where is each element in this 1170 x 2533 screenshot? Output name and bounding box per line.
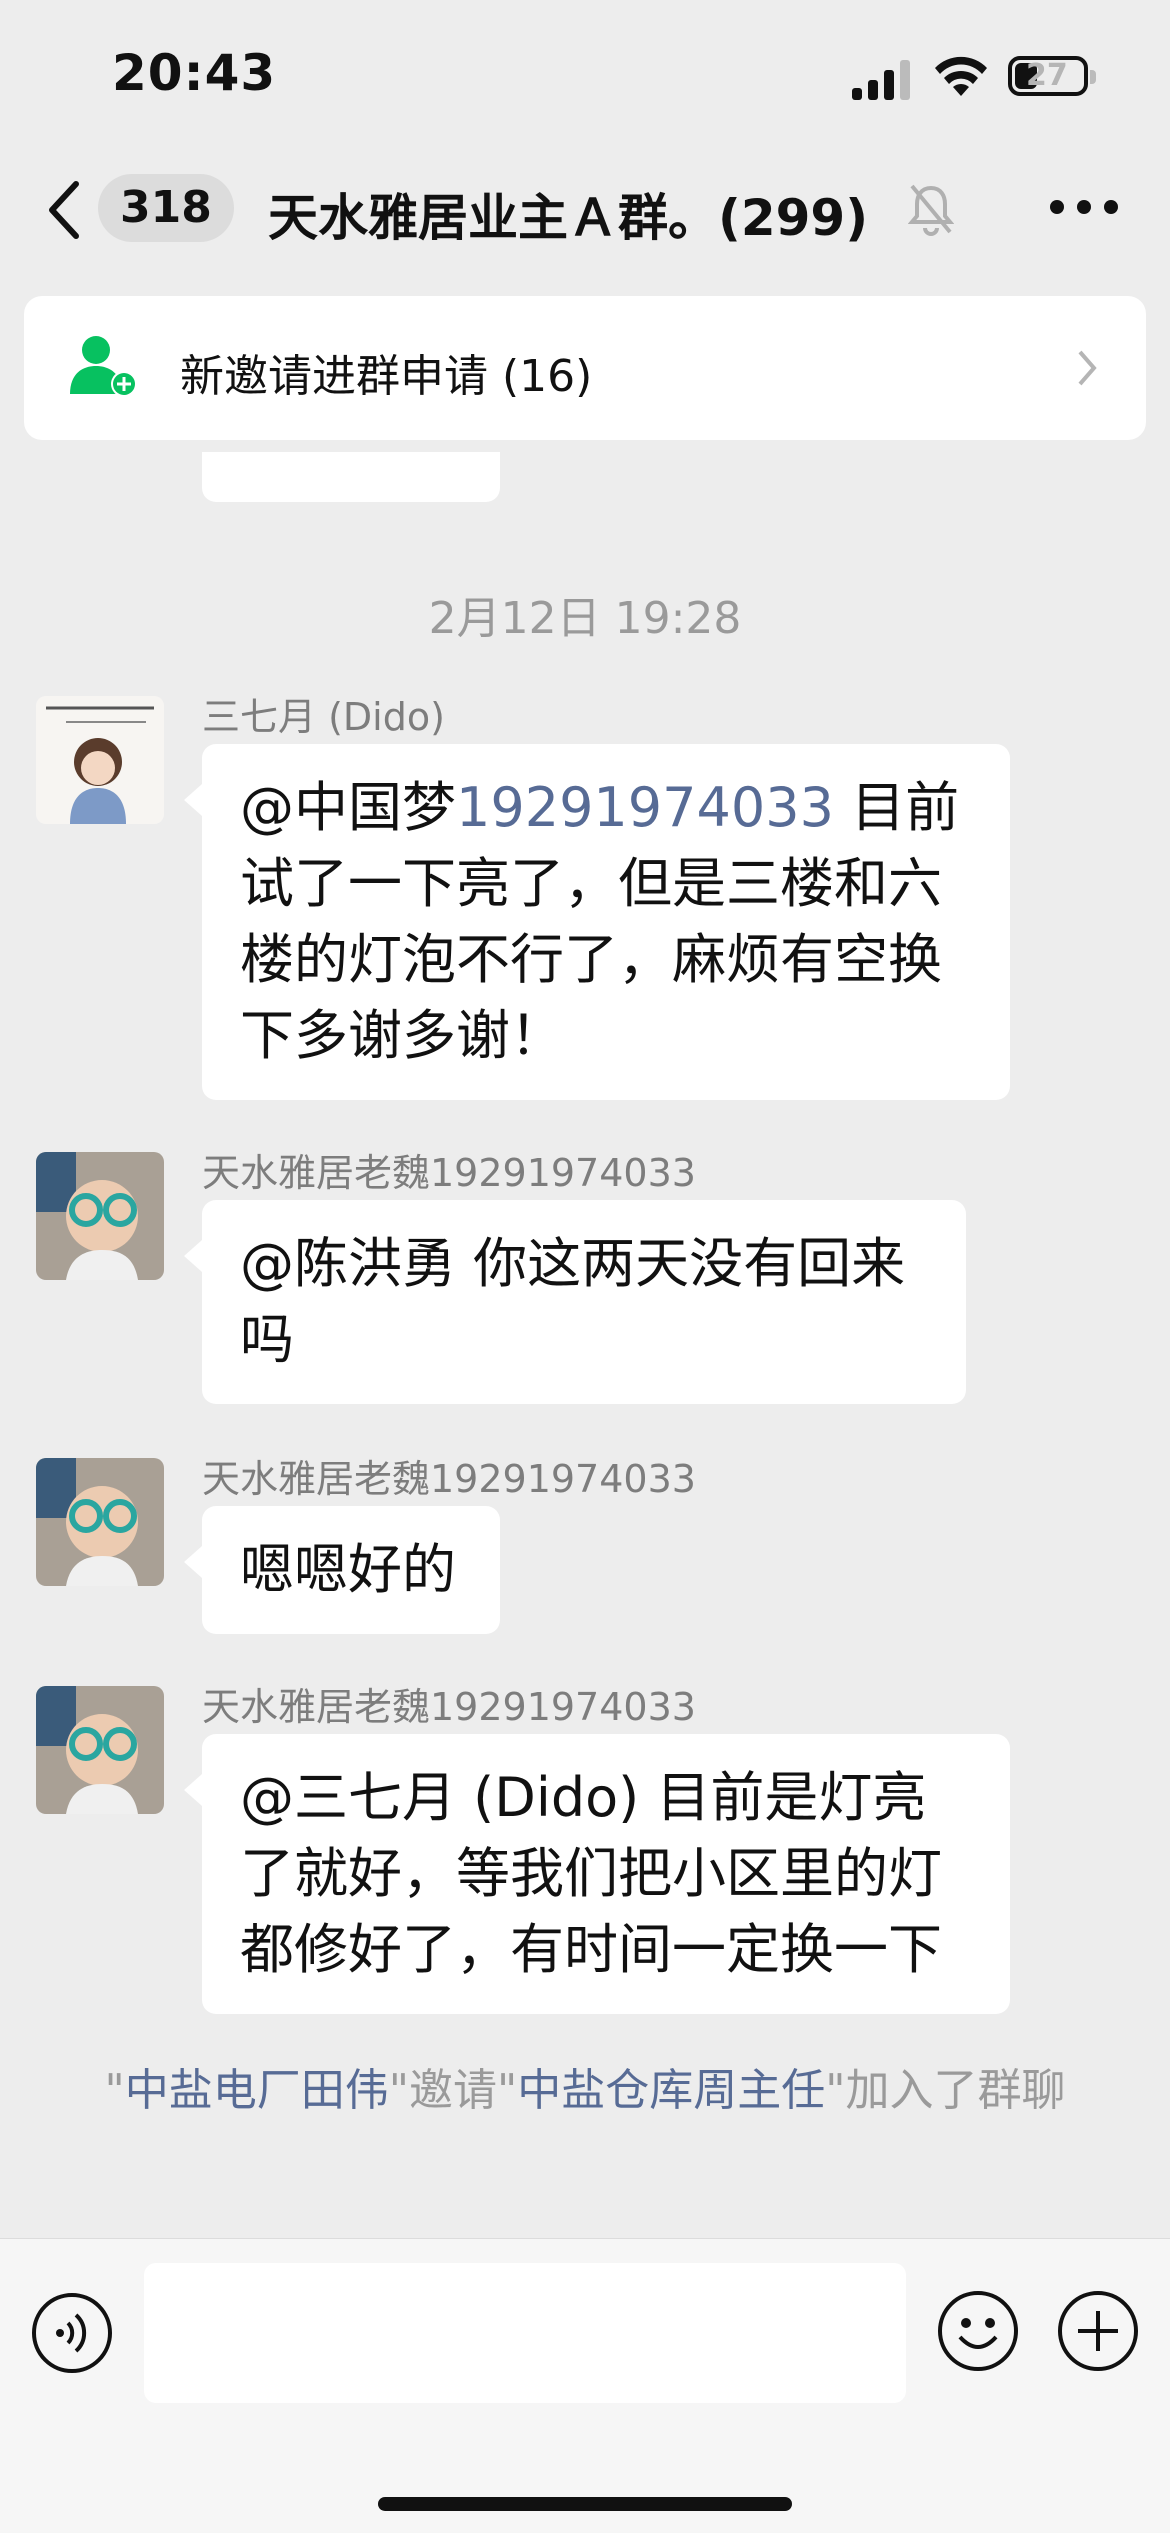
chat-timestamp: 2月12日 19:28 — [428, 593, 742, 644]
status-bar: 20:43 27 — [0, 0, 1170, 150]
previous-message-bubble — [202, 452, 500, 502]
status-time: 20:43 — [112, 44, 277, 102]
message-text: @三七月 (Dido) 目前是灯亮了就好，等我们把小区里的灯都修好了，有时间一定… — [240, 1766, 942, 1981]
emoji-icon[interactable] — [936, 2289, 1020, 2373]
message-bubble[interactable]: @陈洪勇 你这两天没有回来吗 — [184, 1200, 966, 1404]
phone-link[interactable]: 19291974033 — [456, 776, 834, 839]
avatar[interactable] — [36, 1686, 164, 1814]
inviter-name[interactable]: 中盐电厂田伟 — [125, 2065, 389, 2116]
sender-name: 天水雅居老魏19291974033 — [202, 1151, 696, 1195]
more-dots-icon[interactable] — [1050, 200, 1118, 216]
chevron-right-icon — [1078, 350, 1097, 386]
back-chevron-icon[interactable] — [44, 178, 84, 242]
voice-icon[interactable] — [30, 2291, 114, 2375]
message-bubble[interactable]: @中国梦19291974033 目前试了一下亮了，但是三楼和六楼的灯泡不行了，麻… — [184, 744, 1010, 1100]
chat-header: 318 天水雅居业主Ａ群。(299) — [0, 150, 1170, 270]
mention[interactable]: @中国梦 — [240, 776, 456, 839]
message-text: @陈洪勇 你这两天没有回来吗 — [240, 1232, 906, 1371]
battery-level: 27 — [1026, 58, 1068, 93]
plus-icon[interactable] — [1056, 2289, 1140, 2373]
system-notice: "中盐电厂田伟"邀请"中盐仓库周主任"加入了群聊 — [80, 2052, 1090, 2130]
wifi-icon — [935, 56, 987, 96]
invite-requests-banner[interactable]: 新邀请进群申请 (16) — [24, 296, 1146, 440]
message-bubble[interactable]: 嗯嗯好的 — [184, 1506, 500, 1634]
battery-icon: 27 — [1008, 56, 1096, 96]
home-indicator[interactable] — [378, 2497, 792, 2511]
mute-bell-icon — [908, 184, 954, 236]
unread-count-badge[interactable]: 318 — [98, 174, 234, 242]
sender-name: 天水雅居老魏19291974033 — [202, 1685, 696, 1729]
group-title[interactable]: 天水雅居业主Ａ群。(299) — [268, 178, 868, 250]
signal-icon — [852, 60, 910, 100]
system-notice-text: "邀请" — [388, 2065, 518, 2116]
invite-requests-label: 新邀请进群申请 (16) — [180, 351, 593, 402]
add-member-icon — [70, 336, 137, 397]
message-bubble[interactable]: @三七月 (Dido) 目前是灯亮了就好，等我们把小区里的灯都修好了，有时间一定… — [184, 1734, 1010, 2014]
system-notice-text: " — [104, 2065, 125, 2116]
system-notice-text: "加入了群聊 — [825, 2065, 1066, 2116]
invitee-name[interactable]: 中盐仓库周主任 — [517, 2065, 825, 2116]
avatar[interactable] — [36, 1458, 164, 1586]
message-input[interactable] — [144, 2263, 906, 2403]
input-bar — [0, 2238, 1170, 2533]
sender-name: 三七月 (Dido) — [202, 695, 445, 739]
avatar[interactable] — [36, 1152, 164, 1280]
avatar[interactable] — [36, 696, 164, 824]
message-text: 嗯嗯好的 — [240, 1538, 456, 1601]
sender-name: 天水雅居老魏19291974033 — [202, 1457, 696, 1501]
